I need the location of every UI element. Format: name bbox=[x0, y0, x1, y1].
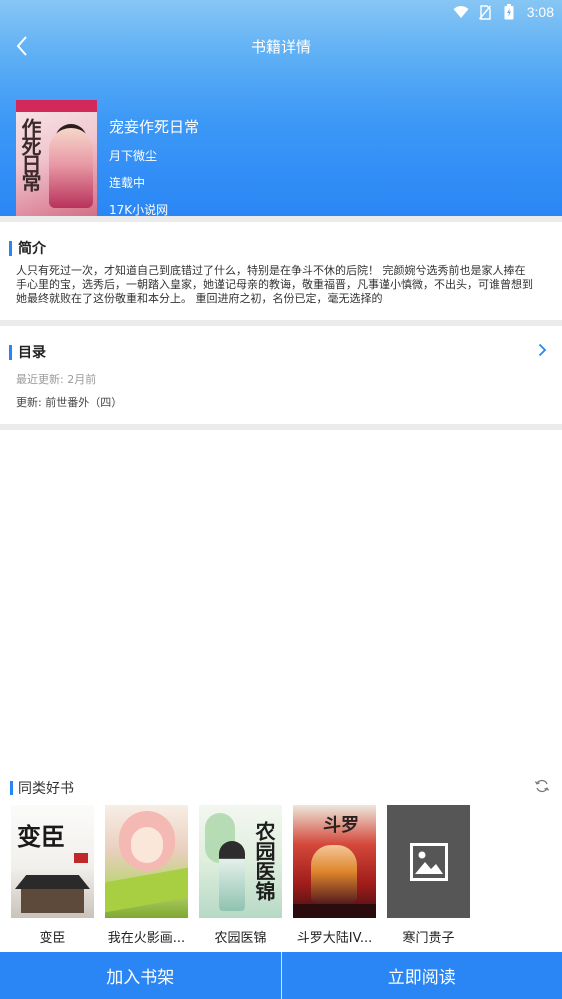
book-author[interactable]: 月下微尘 bbox=[109, 147, 199, 164]
similar-book-item[interactable]: 斗罗 斗罗大陆IV... bbox=[293, 805, 376, 946]
similar-header: 同类好书 bbox=[10, 778, 74, 798]
similar-book-name: 斗罗大陆IV... bbox=[296, 931, 373, 946]
add-to-shelf-button[interactable]: 加入书架 bbox=[0, 952, 281, 999]
book-cover-placeholder bbox=[387, 805, 470, 918]
book-status: 连载中 bbox=[109, 176, 146, 190]
clock: 3:08 bbox=[526, 4, 554, 20]
refresh-icon[interactable] bbox=[534, 778, 550, 794]
similar-book-item[interactable]: 寒门贵子 bbox=[387, 805, 470, 946]
book-cover: 农园医锦 bbox=[199, 805, 282, 918]
section-accent-bar bbox=[9, 240, 12, 256]
divider bbox=[0, 216, 562, 222]
divider bbox=[0, 320, 562, 326]
cover-title-text: 作死日常 bbox=[18, 118, 42, 190]
bottom-action-bar: 加入书架 立即阅读 bbox=[0, 952, 562, 999]
similar-book-name: 我在火影画... bbox=[107, 931, 186, 946]
similar-title: 同类好书 bbox=[18, 781, 74, 797]
no-sim-icon bbox=[477, 4, 493, 20]
similar-book-name: 寒门贵子 bbox=[402, 931, 455, 946]
book-cover bbox=[105, 805, 188, 918]
status-bar: 3:08 bbox=[0, 0, 562, 24]
image-placeholder-icon bbox=[409, 842, 448, 881]
book-info: 作死日常 宠妾作死日常 月下微尘 连载中 17K小说网 bbox=[16, 100, 199, 218]
divider bbox=[0, 424, 562, 430]
cover-title-text: 变臣 bbox=[17, 822, 65, 851]
similar-book-item[interactable]: 农园医锦 农园医锦 bbox=[199, 805, 282, 946]
similar-book-name: 农园医锦 bbox=[214, 931, 267, 946]
toolbar: 书籍详情 bbox=[0, 24, 562, 68]
intro-header: 简介 bbox=[9, 238, 46, 258]
last-update-text: 最近更新: 2月前 bbox=[16, 373, 97, 386]
read-now-button[interactable]: 立即阅读 bbox=[281, 952, 562, 999]
similar-book-name: 变臣 bbox=[39, 931, 66, 946]
chevron-left-icon bbox=[16, 36, 27, 56]
latest-chapter-link[interactable]: 更新: 前世番外（四） bbox=[16, 394, 122, 410]
book-cover: 变臣 bbox=[11, 805, 94, 918]
cover-title-text: 农园医锦 bbox=[252, 821, 276, 901]
cover-title-text: 斗罗 bbox=[323, 815, 359, 836]
similar-book-item[interactable]: 变臣 变臣 bbox=[11, 805, 94, 946]
book-header-banner: 3:08 书籍详情 作死日常 宠妾作死日常 月下微尘 连载中 17K小说网 bbox=[0, 0, 562, 218]
intro-title: 简介 bbox=[18, 241, 46, 257]
chevron-right-icon[interactable] bbox=[534, 340, 550, 360]
back-button[interactable] bbox=[8, 32, 36, 60]
toc-title: 目录 bbox=[18, 345, 46, 361]
book-cover[interactable]: 作死日常 bbox=[16, 100, 97, 216]
book-cover: 斗罗 bbox=[293, 805, 376, 918]
toc-header: 目录 bbox=[9, 342, 46, 362]
section-accent-bar bbox=[9, 344, 12, 360]
section-accent-bar bbox=[10, 781, 13, 795]
book-title: 宠妾作死日常 bbox=[109, 118, 200, 136]
book-meta: 宠妾作死日常 月下微尘 连载中 17K小说网 bbox=[109, 100, 199, 218]
wifi-icon bbox=[453, 4, 469, 20]
battery-charging-icon bbox=[501, 4, 517, 20]
toc-row[interactable] bbox=[0, 335, 562, 365]
intro-text[interactable]: 人只有死过一次，才知道自己到底错过了什么，特别是在争斗不休的后院！ 完颜婉兮选秀… bbox=[16, 264, 536, 306]
similar-books-list: 变臣 变臣 我在火影画... 农园医锦 农园医锦 斗罗 斗罗大陆IV... 寒门… bbox=[11, 805, 470, 946]
similar-book-item[interactable]: 我在火影画... bbox=[105, 805, 188, 946]
page-title: 书籍详情 bbox=[250, 37, 311, 56]
